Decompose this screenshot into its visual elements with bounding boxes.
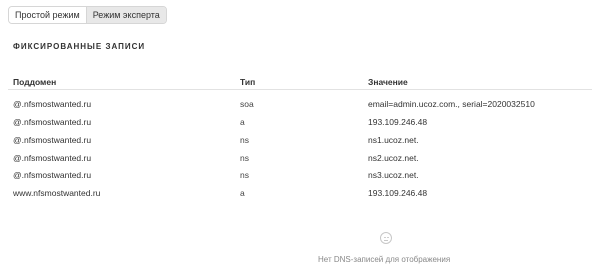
table-row: @.nfsmostwanted.ru ns ns2.ucoz.net. xyxy=(0,150,600,167)
column-header-type: Тип xyxy=(240,77,256,87)
table-row: @.nfsmostwanted.ru soa email=admin.ucoz.… xyxy=(0,96,600,113)
cell-subdomain: @.nfsmostwanted.ru xyxy=(13,117,92,127)
cell-value: 193.109.246.48 xyxy=(368,117,428,127)
cell-subdomain: @.nfsmostwanted.ru xyxy=(13,99,92,109)
mode-switch: Простой режим Режим эксперта xyxy=(8,6,167,24)
cell-type: ns xyxy=(240,135,249,145)
cell-type: ns xyxy=(240,170,249,180)
cell-subdomain: @.nfsmostwanted.ru xyxy=(13,170,92,180)
cell-subdomain: @.nfsmostwanted.ru xyxy=(13,135,92,145)
table-row: @.nfsmostwanted.ru a 193.109.246.48 xyxy=(0,114,600,131)
cell-value: ns2.ucoz.net. xyxy=(368,153,419,163)
cell-subdomain: www.nfsmostwanted.ru xyxy=(13,188,101,198)
table-row: www.nfsmostwanted.ru a 193.109.246.48 xyxy=(0,185,600,202)
column-header-subdomain: Поддомен xyxy=(13,77,57,87)
cell-type: a xyxy=(240,188,245,198)
cell-type: ns xyxy=(240,153,249,163)
sad-face-icon xyxy=(380,232,392,244)
cell-subdomain: @.nfsmostwanted.ru xyxy=(13,153,92,163)
cell-type: a xyxy=(240,117,245,127)
column-header-value: Значение xyxy=(368,77,408,87)
simple-mode-button[interactable]: Простой режим xyxy=(9,7,87,23)
header-divider xyxy=(8,89,592,90)
expert-mode-button[interactable]: Режим эксперта xyxy=(86,7,166,23)
cell-value: ns1.ucoz.net. xyxy=(368,135,419,145)
section-title: ФИКСИРОВАННЫЕ ЗАПИСИ xyxy=(13,42,146,51)
cell-type: soa xyxy=(240,99,254,109)
cell-value: 193.109.246.48 xyxy=(368,188,428,198)
cell-value: ns3.ucoz.net. xyxy=(368,170,419,180)
empty-state-text: Нет DNS-записей для отображения xyxy=(318,255,451,264)
table-row: @.nfsmostwanted.ru ns ns3.ucoz.net. xyxy=(0,167,600,184)
table-row: @.nfsmostwanted.ru ns ns1.ucoz.net. xyxy=(0,132,600,149)
cell-value: email=admin.ucoz.com., serial=2020032510 xyxy=(368,99,535,109)
